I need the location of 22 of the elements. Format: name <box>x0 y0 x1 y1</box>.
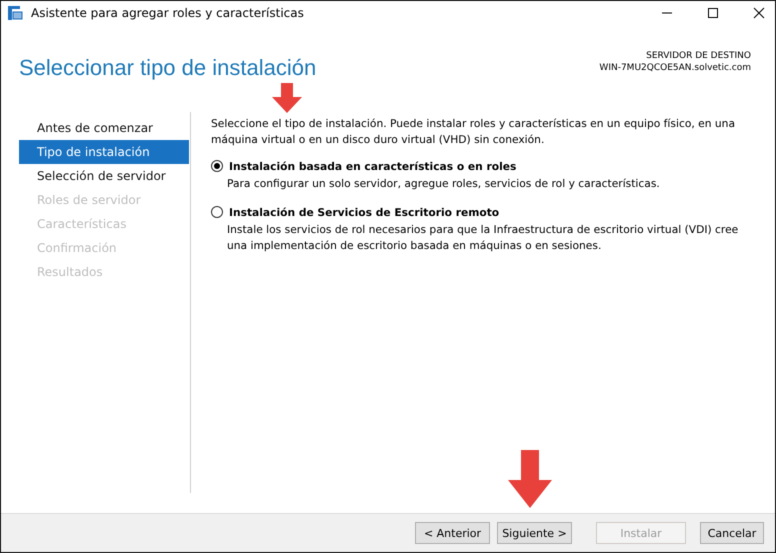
wizard-button[interactable]: < Anterior <box>415 522 490 544</box>
server-label: SERVIDOR DE DESTINO <box>646 51 751 61</box>
option-label: Instalación de Servicios de Escritorio remoto <box>229 206 500 218</box>
app-icon <box>7 5 23 21</box>
wizard-button[interactable]: Siguiente > <box>497 522 572 544</box>
radio-button[interactable] <box>211 206 223 218</box>
sidebar-item[interactable]: Tipo de instalación <box>19 140 189 164</box>
radio-button[interactable] <box>211 160 223 172</box>
sidebar-item[interactable]: Selección de servidor <box>19 164 190 188</box>
close-icon[interactable] <box>753 7 765 19</box>
wizard-button[interactable]: Cancelar <box>700 522 764 544</box>
option-label: Instalación basada en características o en roles <box>229 160 516 172</box>
window-title: Asistente para agregar roles y características <box>31 6 304 20</box>
maximize-icon[interactable] <box>707 7 719 19</box>
page-title: Seleccionar tipo de instalación <box>19 55 316 81</box>
option-description: Instale los servicios de rol necesarios para que la Infraestructura de escritorio virtual (VDI) cree una implementación de escritorio basada en máquinas o en sesiones. <box>227 222 740 254</box>
server-name: WIN-7MU2QCOE5AN.solvetic.com <box>599 63 751 73</box>
option-description: Para configurar un solo servidor, agregue roles, servicios de rol y características. <box>227 176 661 192</box>
arrow-icon <box>508 450 552 508</box>
sidebar-item[interactable]: Antes de comenzar <box>19 116 190 140</box>
arrow-icon <box>272 83 302 113</box>
intro-text: Seleccione el tipo de instalación. Puede instalar roles y características en un equipo físico, en una máquina virtual o en un disco duro virtual (VHD) sin conexión. <box>211 116 736 148</box>
